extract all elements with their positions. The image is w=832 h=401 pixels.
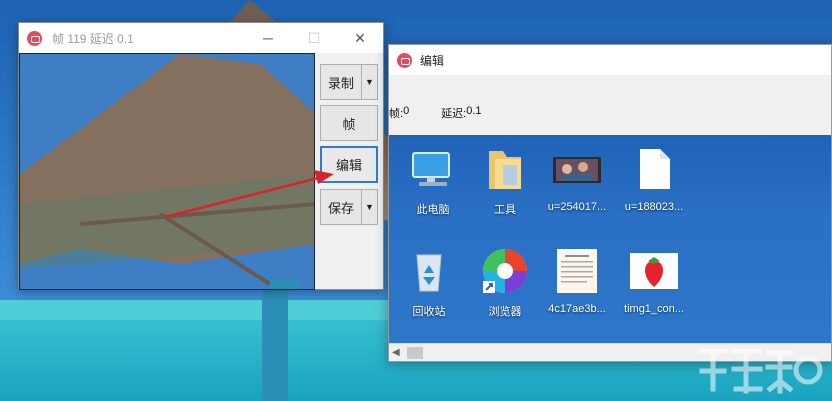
desktop-item[interactable]: 此电脑 (395, 145, 471, 217)
editor-title: 编辑 (420, 53, 445, 68)
maximize-button[interactable]: ☐ (291, 23, 337, 53)
strawberry-image-icon (630, 253, 678, 289)
record-button[interactable]: 录制 ▼ (320, 64, 378, 100)
desktop-item[interactable]: 回收站 (391, 247, 467, 319)
document-thumbnail-icon (557, 249, 597, 293)
image-thumbnail-icon (553, 157, 601, 183)
recorder-title: 帧 119 延迟 0.1 (52, 31, 134, 46)
frame-preview-canvas[interactable]: 此电脑 工具 u=254017... u=188023... 回收站 浏览器 4… (389, 135, 831, 343)
desktop-item[interactable]: 浏览器 (467, 247, 543, 319)
recorder-titlebar[interactable]: 帧 119 延迟 0.1 ─ ☐ ✕ (19, 23, 383, 53)
delay-value: 0.1 (466, 105, 482, 117)
app-camera-icon (397, 52, 412, 68)
edit-button[interactable]: 编辑 (320, 146, 378, 183)
blank-file-icon (640, 149, 670, 189)
desktop-item-label: u=254017... (547, 201, 607, 213)
desktop-item-label: timg1_con... (624, 303, 684, 315)
close-button[interactable]: ✕ (337, 23, 383, 53)
desktop-item-label: 此电脑 (416, 204, 450, 216)
desktop-item[interactable]: 工具 (467, 145, 543, 217)
capture-area[interactable] (19, 53, 315, 290)
edit-label: 编辑 (335, 158, 362, 173)
desktop-item-label: 工具 (494, 204, 516, 216)
minimize-button[interactable]: ─ (245, 23, 291, 53)
desktop-item[interactable]: 4c17ae3b... (539, 247, 615, 315)
frame-info-row: 帧: 0 延迟: 0.1 (389, 105, 482, 121)
scrollbar-thumb[interactable] (407, 347, 423, 359)
browser-icon (483, 249, 527, 293)
app-camera-icon (27, 30, 42, 46)
desktop-item[interactable]: u=188023... (616, 145, 692, 213)
frame-label: 帧 (342, 116, 356, 132)
record-label: 录制 (327, 75, 354, 91)
scroll-left-icon[interactable]: ◀ (392, 347, 400, 358)
desktop-item[interactable]: u=254017... (539, 145, 615, 213)
capture-preview-image (20, 54, 314, 289)
save-button[interactable]: 保存 ▼ (320, 189, 378, 225)
frame-button[interactable]: 帧 (320, 105, 378, 141)
editor-window: 编辑 帧: 0 延迟: 0.1 此电脑 工具 u=254017... u=188… (388, 44, 832, 362)
recorder-window: 帧 119 延迟 0.1 ─ ☐ ✕ 录制 ▼ 帧 编辑 保存 ▼ (18, 22, 384, 290)
desktop-item-label: 回收站 (412, 306, 446, 318)
frame-count-value: 0 (403, 105, 410, 117)
editor-titlebar[interactable]: 编辑 (389, 45, 831, 75)
desktop-item-label: 浏览器 (488, 306, 522, 318)
delay-label: 延迟: (441, 108, 467, 120)
desktop-item[interactable]: timg1_con... (616, 247, 692, 315)
computer-icon (412, 152, 450, 186)
save-label: 保存 (327, 200, 354, 216)
desktop-item-label: 4c17ae3b... (548, 303, 606, 315)
recycle-bin-icon (416, 254, 442, 292)
folder-icon (489, 151, 521, 189)
site-watermark-logo (697, 348, 823, 394)
desktop-item-label: u=188023... (624, 201, 684, 213)
record-dropdown-icon[interactable]: ▼ (361, 65, 377, 99)
frame-count-label: 帧: (389, 108, 404, 120)
save-dropdown-icon[interactable]: ▼ (361, 190, 377, 224)
